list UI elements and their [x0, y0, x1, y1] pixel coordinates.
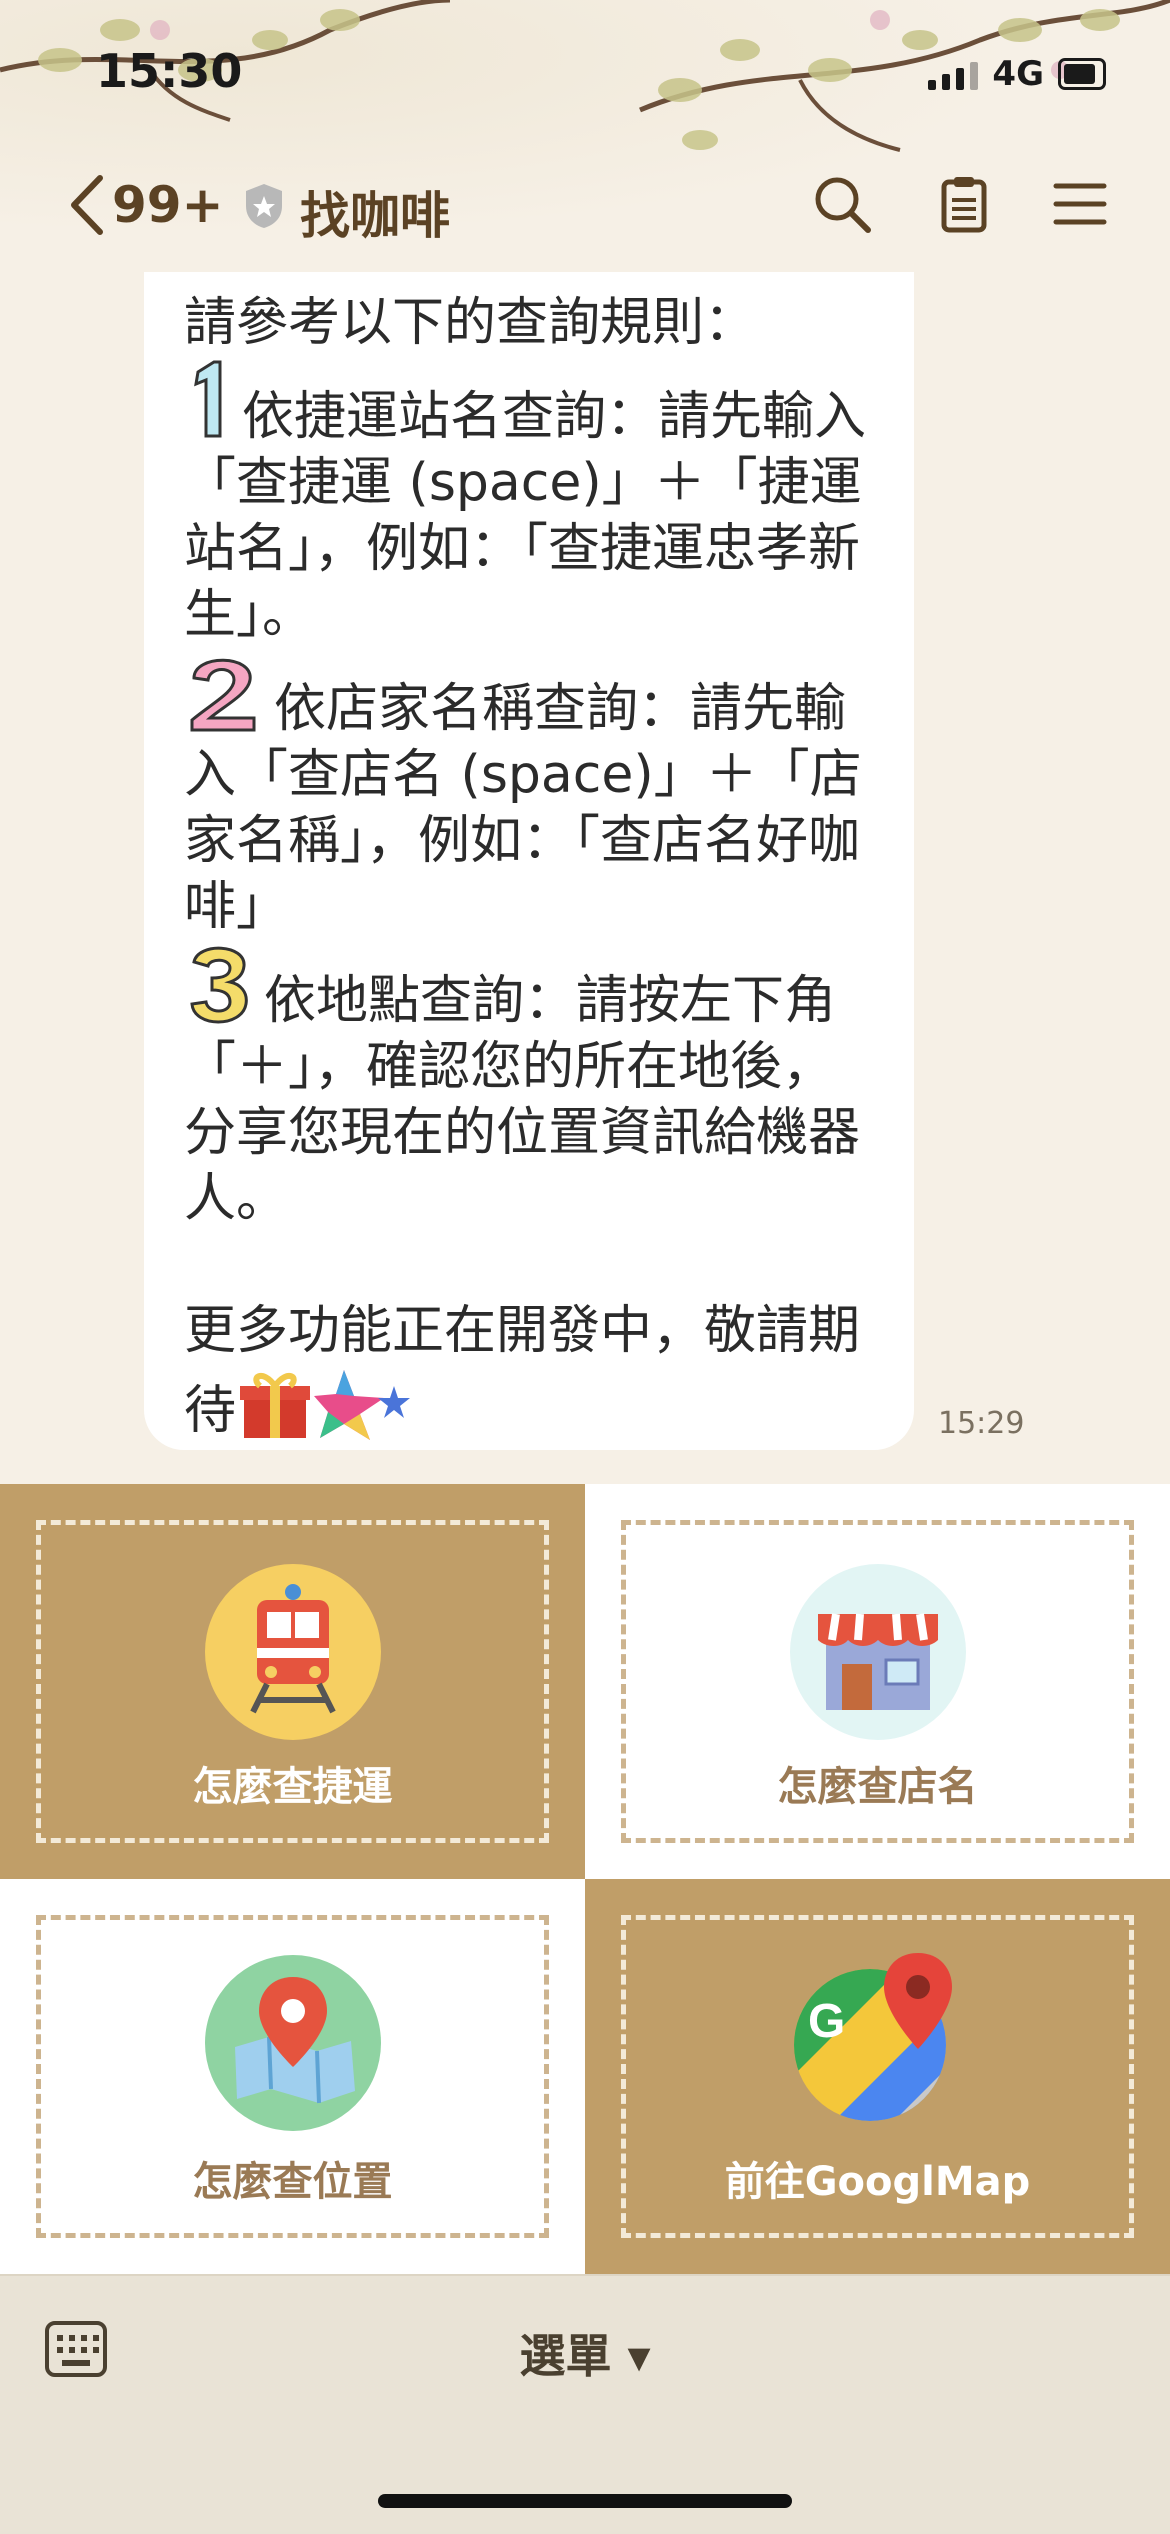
status-time: 15:30: [96, 44, 243, 98]
chat-header: 15:30 4G 99+ 找咖啡: [0, 0, 1170, 270]
search-icon[interactable]: [810, 172, 874, 236]
number-one-icon: [194, 360, 222, 438]
nav-bar: 99+ 找咖啡: [0, 160, 1170, 250]
rich-menu: 怎麼查捷運 怎麼查店名 怎麼查位置 G 前往GooglMap: [0, 1484, 1170, 2274]
menu-tile-mrt[interactable]: 怎麼查捷運: [0, 1484, 585, 1879]
message-item-2: 依店家名稱查詢：請先輸入「查店名 (space)」＋「店家名稱」，例如：「查店名…: [184, 679, 862, 937]
network-type: 4G: [992, 54, 1044, 94]
message-item-3: 依地點查詢：請按左下角「＋」，確認您的所在地後，分享您現在的位置資訊給機器人。: [184, 971, 861, 1229]
svg-text:G: G: [808, 1995, 845, 2048]
message-timestamp: 15:29: [938, 1406, 1025, 1441]
number-two-icon: [190, 658, 256, 732]
star-icon: [314, 1370, 411, 1440]
signal-icon: [928, 58, 979, 90]
battery-icon: [1058, 58, 1106, 90]
hamburger-menu-icon[interactable]: [1048, 172, 1112, 236]
message-item-1: 依捷運站名查詢：請先輸入「查捷運 (space)」＋「捷運站名」，例如：「查捷運…: [184, 387, 867, 645]
back-chevron-icon[interactable]: [60, 170, 116, 240]
train-icon: [249, 1584, 336, 1714]
google-maps-icon-circle: G: [790, 1949, 966, 2125]
train-icon-circle: [204, 1564, 381, 1740]
google-maps-icon: G: [793, 1953, 952, 2121]
map-pin-icon-circle: [204, 1955, 381, 2131]
chat-title[interactable]: 找咖啡: [300, 176, 450, 248]
menu-tile-label: 前往GooglMap: [724, 2159, 1031, 2205]
menu-tile-google-map[interactable]: G 前往GooglMap: [585, 1879, 1170, 2274]
unread-count[interactable]: 99+: [112, 176, 223, 234]
shop-icon: [817, 1613, 938, 1710]
bottom-bar: 選單 ▾: [0, 2274, 1170, 2534]
shield-icon: [246, 184, 282, 228]
status-indicators: 4G: [928, 54, 1106, 94]
map-pin-icon: [234, 1977, 355, 2104]
menu-toggle[interactable]: 選單 ▾: [0, 2320, 1170, 2386]
menu-tile-label: 怎麼查位置: [192, 2159, 393, 2205]
gift-icon: [240, 1372, 311, 1438]
number-three-icon: [190, 946, 248, 1024]
message-text: 請參考以下的查詢規則： 依捷運站名查詢：請先輸入「查捷運 (space)」＋「捷…: [184, 290, 874, 1444]
notes-icon[interactable]: [932, 172, 996, 236]
menu-tile-label: 怎麼查捷運: [192, 1764, 393, 1810]
menu-tile-label: 怎麼查店名: [777, 1764, 978, 1810]
bot-message-bubble: 請參考以下的查詢規則： 依捷運站名查詢：請先輸入「查捷運 (space)」＋「捷…: [144, 272, 914, 1450]
menu-tile-location[interactable]: 怎麼查位置: [0, 1879, 585, 2274]
shop-icon-circle: [789, 1564, 966, 1740]
menu-tile-shop[interactable]: 怎麼查店名: [585, 1484, 1170, 1879]
message-intro: 請參考以下的查詢規則：: [184, 293, 757, 353]
home-indicator: [378, 2494, 792, 2508]
